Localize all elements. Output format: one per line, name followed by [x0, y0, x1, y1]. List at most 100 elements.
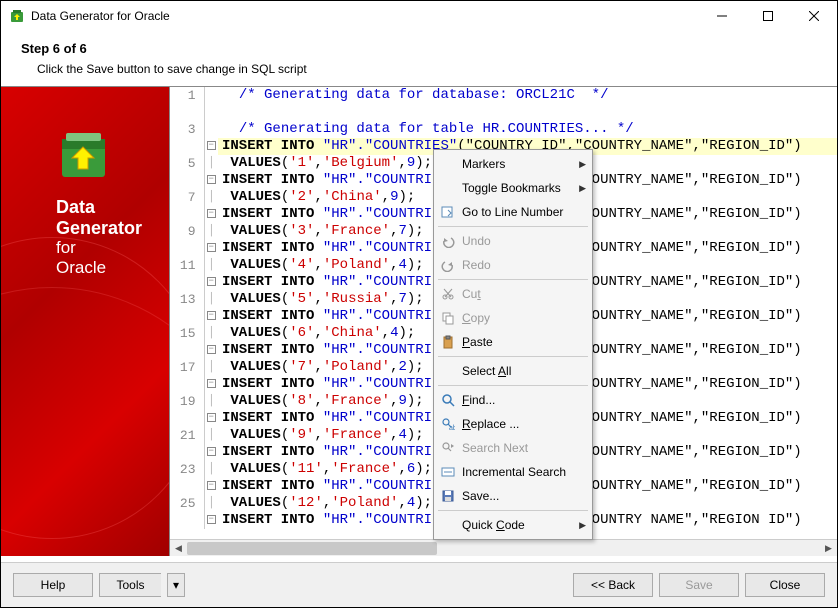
fold-gutter: │	[204, 393, 218, 410]
fold-gutter[interactable]: −	[204, 376, 218, 393]
menu-item-label: Quick Code	[458, 518, 579, 532]
code-text[interactable]	[218, 104, 837, 121]
line-number: 7	[170, 189, 204, 206]
menu-item-label: Replace ...	[458, 417, 586, 431]
fold-gutter[interactable]: −	[204, 478, 218, 495]
line-number: 23	[170, 461, 204, 478]
footer: Help Tools ▾ << Back Save Close	[1, 562, 837, 607]
sidebar: Data Generator for Oracle	[1, 87, 169, 556]
code-text[interactable]: /* Generating data for table HR.COUNTRIE…	[218, 121, 837, 138]
line-number	[170, 512, 204, 529]
menu-separator	[438, 510, 588, 511]
line-number: 1	[170, 87, 204, 104]
fold-gutter[interactable]: −	[204, 444, 218, 461]
product-name: Data Generator for Oracle	[56, 197, 142, 277]
fold-gutter: │	[204, 325, 218, 342]
fold-gutter: │	[204, 257, 218, 274]
copy-icon	[438, 311, 458, 325]
back-button[interactable]: << Back	[573, 573, 653, 597]
fold-gutter[interactable]: −	[204, 274, 218, 291]
menu-item-label: Save...	[458, 489, 586, 503]
line-number	[170, 240, 204, 257]
find-icon	[438, 393, 458, 407]
menu-item-toggle-bookmarks[interactable]: Toggle Bookmarks▶	[434, 176, 592, 200]
app-icon	[9, 8, 25, 24]
redo-icon	[438, 258, 458, 272]
line-number	[170, 342, 204, 359]
fold-gutter[interactable]: −	[204, 206, 218, 223]
line-number	[170, 138, 204, 155]
goto-icon	[438, 205, 458, 219]
line-number	[170, 308, 204, 325]
horizontal-scrollbar[interactable]: ◀ ▶	[170, 539, 837, 556]
submenu-arrow-icon: ▶	[579, 520, 586, 531]
line-number: 9	[170, 223, 204, 240]
scroll-thumb[interactable]	[187, 542, 437, 555]
save-button[interactable]: Save	[659, 573, 739, 597]
menu-item-incremental[interactable]: Incremental Search	[434, 460, 592, 484]
fold-gutter[interactable]: −	[204, 410, 218, 427]
menu-item-goto-line[interactable]: Go to Line Number	[434, 200, 592, 224]
fold-gutter[interactable]: −	[204, 172, 218, 189]
menu-item-find[interactable]: Find...	[434, 388, 592, 412]
titlebar: Data Generator for Oracle	[1, 1, 837, 31]
line-number: 25	[170, 495, 204, 512]
undo-icon	[438, 234, 458, 248]
scroll-right-arrow[interactable]: ▶	[820, 540, 837, 557]
menu-item-undo: Undo	[434, 229, 592, 253]
menu-item-cut: Cut	[434, 282, 592, 306]
fold-gutter: │	[204, 291, 218, 308]
fold-gutter: │	[204, 427, 218, 444]
code-line[interactable]: 1 /* Generating data for database: ORCL2…	[170, 87, 837, 104]
menu-item-label: Markers	[458, 157, 579, 171]
save-icon	[438, 489, 458, 503]
menu-item-search-next: Search Next	[434, 436, 592, 460]
menu-item-label: Redo	[458, 258, 586, 272]
menu-item-quick-code[interactable]: Quick Code▶	[434, 513, 592, 537]
fold-gutter	[204, 104, 218, 121]
menu-item-save[interactable]: Save...	[434, 484, 592, 508]
line-number: 15	[170, 325, 204, 342]
menu-separator	[438, 226, 588, 227]
code-line[interactable]	[170, 104, 837, 121]
window-title: Data Generator for Oracle	[31, 9, 170, 23]
menu-item-select-all[interactable]: Select All	[434, 359, 592, 383]
close-button[interactable]: Close	[745, 573, 825, 597]
tools-button[interactable]: Tools	[99, 573, 161, 597]
menu-separator	[438, 279, 588, 280]
fold-gutter: │	[204, 223, 218, 240]
fold-gutter[interactable]: −	[204, 512, 218, 529]
menu-item-markers[interactable]: Markers▶	[434, 152, 592, 176]
line-number	[170, 104, 204, 121]
fold-gutter[interactable]: −	[204, 240, 218, 257]
replace-icon: ab	[438, 417, 458, 431]
fold-gutter[interactable]: −	[204, 308, 218, 325]
menu-item-label: Search Next	[458, 441, 586, 455]
code-text[interactable]: /* Generating data for database: ORCL21C…	[218, 87, 837, 104]
maximize-button[interactable]	[745, 1, 791, 31]
fold-gutter: │	[204, 189, 218, 206]
line-number: 17	[170, 359, 204, 376]
menu-item-label: Find...	[458, 393, 586, 407]
menu-item-copy: Copy	[434, 306, 592, 330]
menu-item-paste[interactable]: Paste	[434, 330, 592, 354]
help-button[interactable]: Help	[13, 573, 93, 597]
fold-gutter[interactable]: −	[204, 342, 218, 359]
fold-gutter[interactable]: −	[204, 138, 218, 155]
svg-text:ab: ab	[449, 425, 455, 431]
incremental-icon	[438, 465, 458, 479]
menu-item-label: Undo	[458, 234, 586, 248]
line-number: 11	[170, 257, 204, 274]
line-number	[170, 478, 204, 495]
line-number: 3	[170, 121, 204, 138]
menu-item-replace[interactable]: abReplace ...	[434, 412, 592, 436]
line-number	[170, 172, 204, 189]
line-number: 5	[170, 155, 204, 172]
scroll-left-arrow[interactable]: ◀	[170, 540, 187, 557]
code-line[interactable]: 3 /* Generating data for table HR.COUNTR…	[170, 121, 837, 138]
menu-separator	[438, 385, 588, 386]
tools-dropdown[interactable]: ▾	[167, 573, 185, 597]
minimize-button[interactable]	[699, 1, 745, 31]
close-window-button[interactable]	[791, 1, 837, 31]
line-number	[170, 376, 204, 393]
